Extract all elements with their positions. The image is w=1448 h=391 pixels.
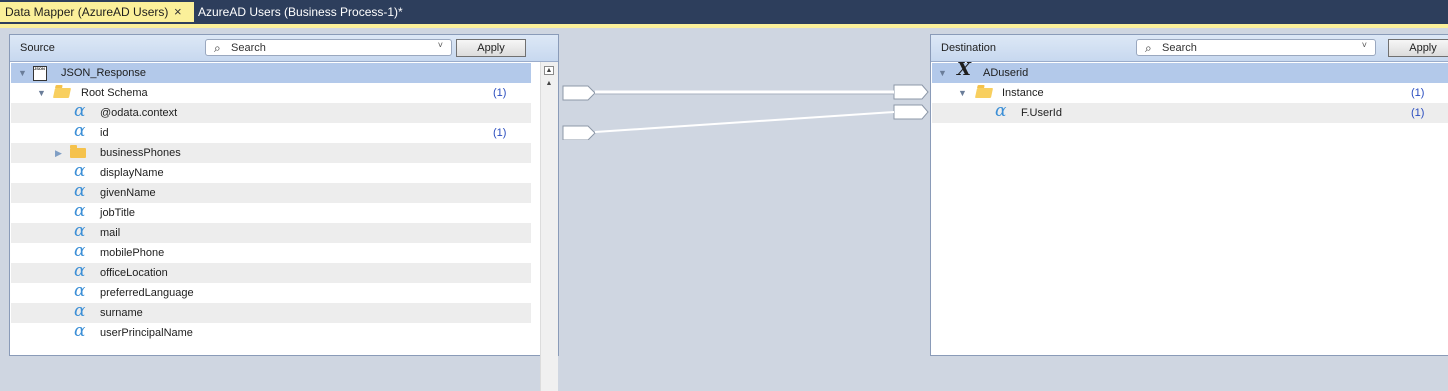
source-panel: Source ⌕ Search ˅ Apply ▼ JSON_Response … [9,34,559,391]
tree-node-aduserid[interactable]: ▼ X ADuserid [932,59,1448,83]
mapping-count: (1) [493,127,507,139]
dest-port-userid[interactable] [893,104,929,120]
close-tab-icon[interactable]: × [174,2,182,22]
mapping-connector-canvas [562,84,929,140]
scroll-up-icon[interactable]: ▲ [544,80,554,88]
alpha-icon: α [74,321,86,341]
alpha-icon: α [74,101,86,121]
source-port-id[interactable] [562,125,596,140]
node-label: userPrincipalName [100,327,193,339]
source-search-placeholder: Search [231,42,266,54]
mapping-line-id[interactable] [594,111,895,133]
alpha-icon: α [74,201,86,221]
active-tab-strip [0,24,1448,28]
chevron-down-icon[interactable]: ˅ [1362,40,1367,50]
tree-node-mobile-phone[interactable]: α mobilePhone [11,241,531,263]
json-file-icon [33,59,47,81]
search-icon: ⌕ [214,41,221,55]
alpha-icon: α [995,101,1007,121]
source-title: Source [20,42,55,54]
node-label: displayName [100,167,164,179]
node-label: preferredLanguage [100,287,194,299]
destination-panel: Destination ⌕ Search ˅ Apply ▼ X ADuseri… [930,34,1448,356]
alpha-icon: α [74,161,86,181]
node-label: surname [100,307,143,319]
node-label: jobTitle [100,207,136,219]
expand-icon[interactable]: ▼ [18,63,27,83]
node-label: @odata.context [100,107,178,119]
alpha-icon: α [74,221,86,241]
tree-node-surname[interactable]: α surname [11,301,531,323]
destination-apply-button[interactable]: Apply [1388,39,1448,57]
source-scrollbar[interactable]: ▲ ▲ [540,62,558,391]
node-label: ADuserid [983,67,1029,79]
mapping-count: (1) [1411,87,1425,99]
source-header: Source ⌕ Search ˅ Apply [10,35,558,62]
source-apply-button[interactable]: Apply [456,39,526,57]
node-label: F.UserId [1021,107,1062,119]
tree-node-root-schema[interactable]: ▼ Root Schema (1) [11,83,531,103]
tree-node-instance[interactable]: ▼ Instance (1) [932,83,1448,103]
node-label: mail [100,227,121,239]
tab-data-mapper-label: Data Mapper (AzureAD Users) [5,5,169,19]
node-label: Root Schema [81,87,148,99]
tree-node-odata-context[interactable]: α @odata.context [11,101,531,123]
tab-data-mapper[interactable]: Data Mapper (AzureAD Users) × [0,2,194,22]
tree-node-id[interactable]: α id (1) [11,121,531,143]
expand-icon[interactable]: ▼ [938,63,947,83]
node-label: id [100,127,109,139]
node-label: businessPhones [100,147,181,159]
alpha-icon: α [74,241,86,261]
source-search-input[interactable]: ⌕ Search ˅ [205,39,452,56]
chevron-down-icon[interactable]: ˅ [438,40,443,50]
node-label: Instance [1002,87,1044,99]
expand-icon[interactable]: ▼ [958,83,967,103]
alpha-icon: α [74,301,86,321]
alpha-icon: α [74,281,86,301]
tree-node-user-principal-name[interactable]: α userPrincipalName [11,321,531,343]
open-folder-icon [52,88,72,98]
node-label: givenName [100,187,156,199]
tree-node-f-userid[interactable]: α F.UserId (1) [932,101,1448,123]
tab-business-process[interactable]: AzureAD Users (Business Process-1)* [198,2,403,22]
node-label: mobilePhone [100,247,165,259]
search-icon: ⌕ [1145,41,1152,55]
destination-search-placeholder: Search [1162,42,1197,54]
destination-header: Destination ⌕ Search ˅ Apply [931,35,1448,62]
tree-node-preferred-language[interactable]: α preferredLanguage [11,281,531,303]
expand-icon[interactable]: ▼ [37,83,46,103]
dest-port-instance[interactable] [893,84,929,100]
tree-node-display-name[interactable]: α displayName [11,161,531,183]
tree-node-given-name[interactable]: α givenName [11,181,531,203]
tree-node-mail[interactable]: α mail [11,221,531,243]
variable-x-icon: X [957,59,971,80]
node-label: officeLocation [100,267,168,279]
mapping-count: (1) [493,87,507,99]
folder-icon [70,145,86,158]
scroll-top-icon[interactable]: ▲ [544,66,554,75]
alpha-icon: α [74,181,86,201]
expand-icon[interactable]: ▶ [55,143,62,163]
node-label: JSON_Response [61,67,146,79]
destination-title: Destination [941,42,997,54]
tree-node-json-response[interactable]: ▼ JSON_Response [11,59,531,83]
mapping-count: (1) [1411,107,1425,119]
alpha-icon: α [74,121,86,141]
document-tab-bar: Data Mapper (AzureAD Users) × AzureAD Us… [0,0,1448,24]
alpha-icon: α [74,261,86,281]
destination-search-input[interactable]: ⌕ Search ˅ [1136,39,1376,56]
tree-node-business-phones[interactable]: ▶ businessPhones [11,143,531,163]
source-port-root-schema[interactable] [562,85,596,101]
open-folder-icon [974,88,994,98]
tree-node-job-title[interactable]: α jobTitle [11,201,531,223]
tree-node-office-location[interactable]: α officeLocation [11,261,531,283]
